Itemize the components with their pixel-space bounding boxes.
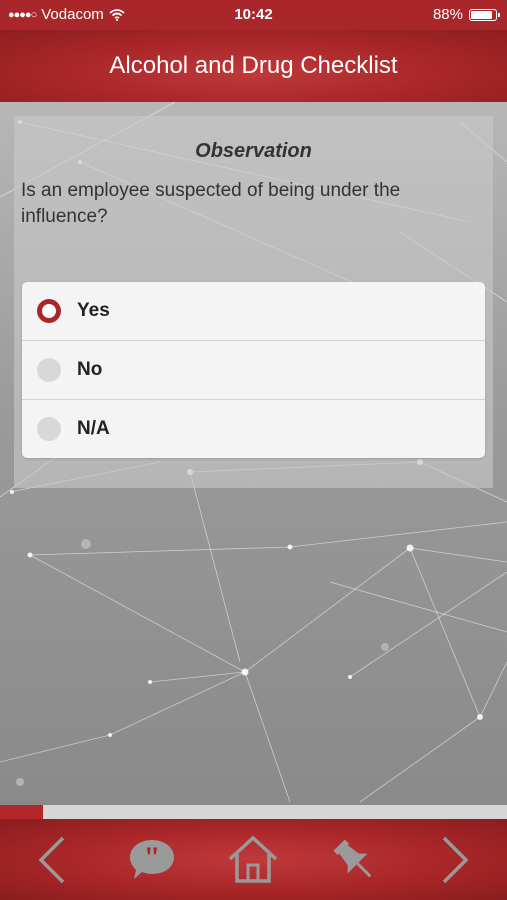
- comment-icon: ": [130, 840, 174, 879]
- status-time: 10:42: [234, 6, 273, 23]
- question-category: Observation: [195, 140, 312, 162]
- option-yes[interactable]: Yes: [22, 282, 485, 341]
- radio-unselected-icon[interactable]: [37, 417, 61, 441]
- question-text: Is an employee suspected of being under …: [21, 180, 401, 227]
- status-right: 88%: [432, 6, 500, 23]
- comment-button[interactable]: ": [122, 831, 182, 889]
- svg-text:": ": [144, 841, 161, 874]
- option-no[interactable]: No: [22, 341, 485, 400]
- content-area: Observation Is an employee suspected of …: [0, 102, 507, 805]
- progress-track: [0, 805, 507, 819]
- option-label: Yes: [77, 300, 110, 321]
- battery-icon: [469, 8, 500, 21]
- status-bar: ●●●●○ Vodacom 10:42 88%: [0, 0, 507, 30]
- chevron-left-icon: [38, 836, 65, 884]
- battery-fill: [471, 10, 492, 19]
- battery-percent: 88%: [432, 6, 463, 23]
- pin-button[interactable]: [324, 831, 384, 889]
- radio-unselected-icon[interactable]: [37, 358, 61, 382]
- question-card: Observation Is an employee suspected of …: [14, 116, 493, 488]
- option-label: N/A: [77, 418, 110, 439]
- next-button[interactable]: [425, 831, 485, 889]
- option-label: No: [77, 359, 103, 380]
- app-header: Alcohol and Drug Checklist: [0, 30, 507, 102]
- progress-bar: [0, 805, 44, 819]
- bottom-toolbar: ": [0, 819, 507, 900]
- home-icon: [228, 835, 278, 883]
- option-na[interactable]: N/A: [22, 400, 485, 458]
- back-button[interactable]: [22, 831, 82, 889]
- chevron-right-icon: [442, 836, 469, 884]
- home-button[interactable]: [223, 831, 283, 889]
- pin-icon: [333, 839, 372, 878]
- radio-selected-icon[interactable]: [37, 299, 61, 323]
- page-title: Alcohol and Drug Checklist: [109, 52, 398, 79]
- answer-options: Yes No N/A: [22, 282, 485, 458]
